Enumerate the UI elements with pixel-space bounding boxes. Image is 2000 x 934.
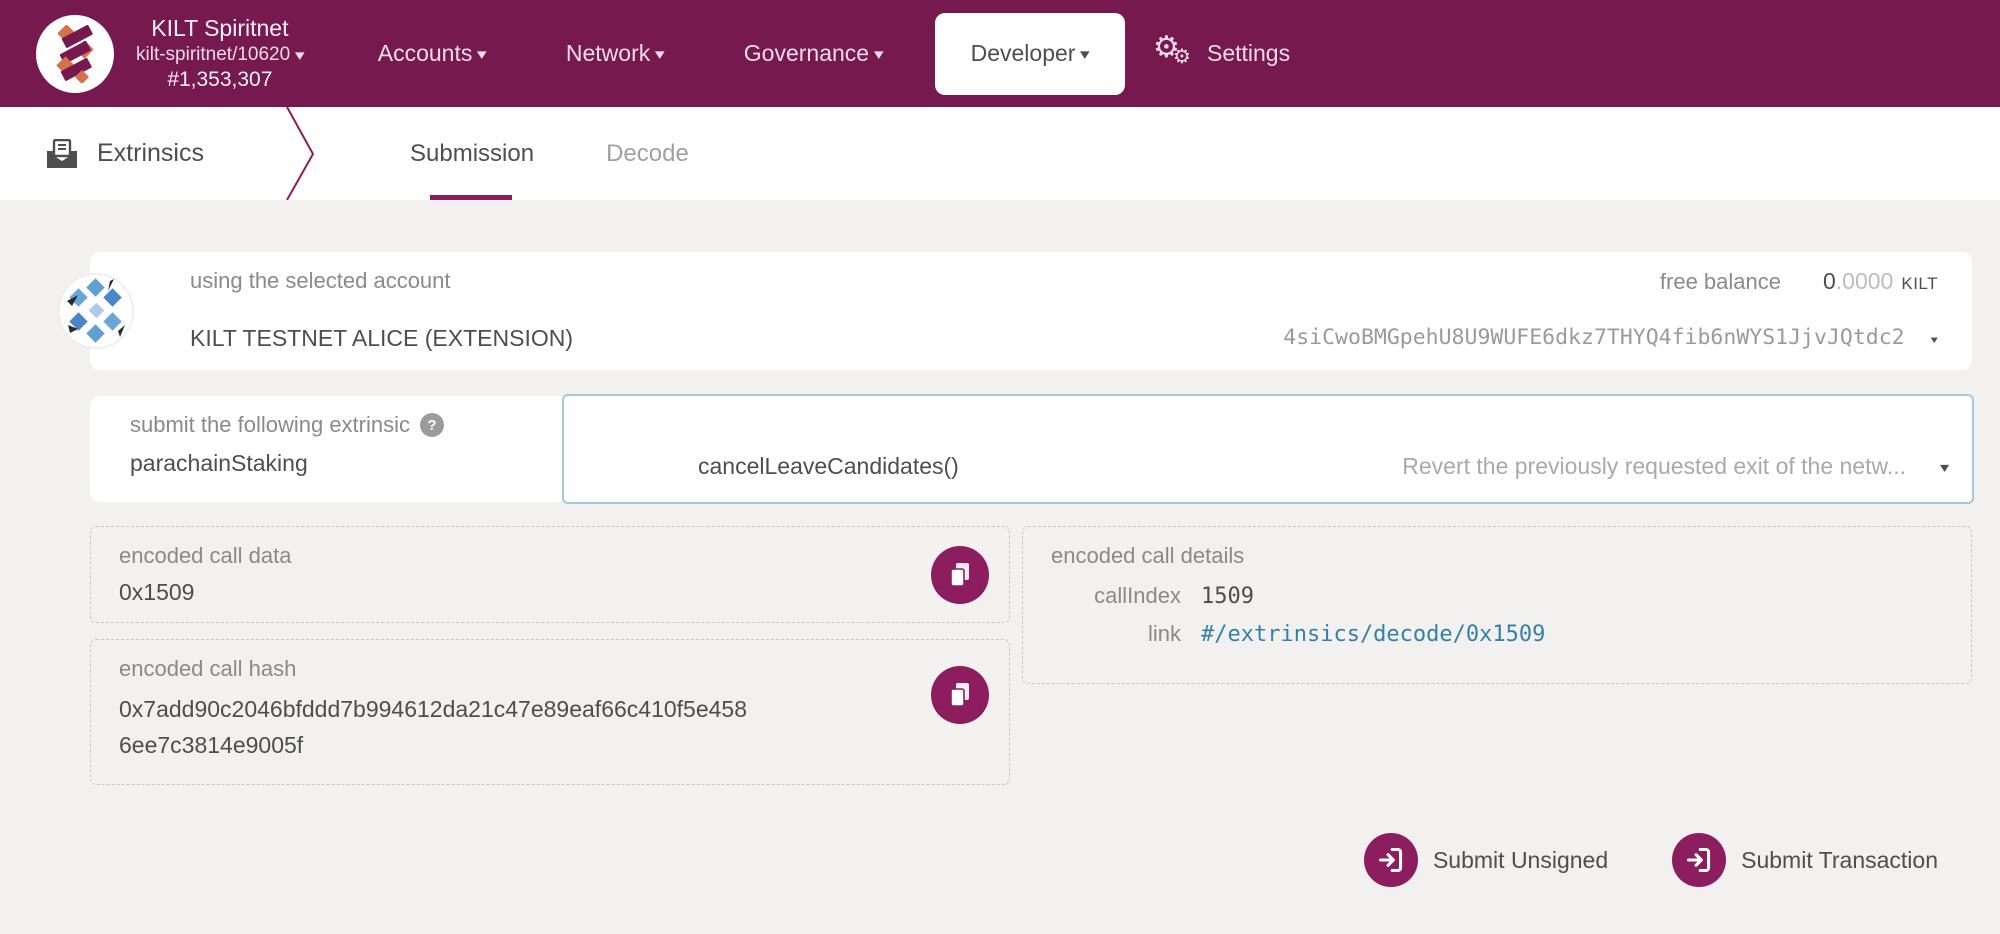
encoded-right-column: encoded call details callIndex 1509 link…: [1022, 526, 1972, 684]
chain-best-block: #1,353,307: [136, 67, 304, 93]
sign-in-icon: [1364, 833, 1418, 887]
method-description: Revert the previously requested exit of …: [1402, 453, 1906, 480]
actions-row: Submit Unsigned Submit Transaction: [0, 833, 1938, 887]
copy-call-data-button[interactable]: [931, 546, 989, 604]
settings-button[interactable]: ⚙ ⚙ Settings: [1153, 34, 1290, 74]
free-balance-label: free balance: [1660, 269, 1781, 295]
chevron-down-icon: ▾: [1940, 459, 1949, 476]
chevron-down-icon: ▾: [1080, 45, 1090, 63]
section-label: Extrinsics: [97, 139, 204, 168]
mail-icon: [45, 139, 79, 169]
balance-unit: KILT: [1901, 274, 1938, 294]
tab-bar: Extrinsics Submission Decode: [0, 107, 2000, 200]
encoded-call-hash-box: encoded call hash 0x7add90c2046bfddd7b99…: [90, 639, 1010, 785]
pallet-select[interactable]: submit the following extrinsic ? paracha…: [130, 412, 444, 477]
chain-name: KILT Spiritnet: [136, 14, 304, 43]
call-data-label: encoded call data: [119, 543, 981, 569]
call-index-label: callIndex: [1051, 583, 1201, 609]
nav-item-developer[interactable]: Developer▾: [935, 13, 1125, 95]
sign-in-icon: [1672, 833, 1726, 887]
link-label: link: [1051, 621, 1201, 647]
chevron-down-icon: ▾: [655, 45, 665, 63]
encoded-call-details-box: encoded call details callIndex 1509 link…: [1022, 526, 1972, 684]
submit-transaction-button[interactable]: Submit Transaction: [1672, 833, 1938, 887]
account-name: KILT TESTNET ALICE (EXTENSION): [190, 325, 1283, 370]
method-select[interactable]: cancelLeaveCandidates() Revert the previ…: [562, 394, 1974, 504]
encoded-left-column: encoded call data 0x1509 encoded call ha…: [90, 526, 1010, 785]
account-identicon: [58, 273, 134, 349]
chevron-down-icon: ▾: [874, 45, 884, 63]
account-selector-card[interactable]: using the selected account free balance …: [90, 252, 1972, 370]
chevron-down-icon: ▾: [477, 45, 487, 63]
nav-item-accounts[interactable]: Accounts▾: [338, 0, 526, 107]
extrinsic-label: submit the following extrinsic ?: [130, 412, 444, 438]
breadcrumb-separator: [283, 107, 323, 200]
copy-icon: [947, 681, 973, 709]
chain-version: kilt-spiritnet/10620▾: [136, 43, 304, 67]
page-content: using the selected account free balance …: [0, 200, 2000, 887]
settings-label: Settings: [1207, 40, 1290, 67]
section-title: Extrinsics: [0, 107, 300, 200]
app-header: KILT Spiritnet kilt-spiritnet/10620▾ #1,…: [0, 0, 2000, 107]
chain-selector[interactable]: KILT Spiritnet kilt-spiritnet/10620▾ #1,…: [136, 14, 304, 93]
chevron-down-icon: ▾: [1928, 332, 1939, 348]
decode-link[interactable]: #/extrinsics/decode/0x1509: [1201, 622, 1943, 647]
submit-transaction-label: Submit Transaction: [1741, 847, 1938, 874]
copy-icon: [947, 561, 973, 589]
account-label: using the selected account: [190, 268, 1283, 313]
submit-unsigned-label: Submit Unsigned: [1433, 847, 1608, 874]
gears-icon: ⚙ ⚙: [1153, 34, 1197, 74]
call-index-value: 1509: [1201, 584, 1943, 609]
call-data-value: 0x1509: [119, 579, 981, 606]
pallet-value: parachainStaking: [130, 450, 444, 477]
free-balance: free balance 0 .0000 KILT: [1283, 268, 1938, 313]
balance-fraction: .0000: [1836, 268, 1894, 295]
call-details-label: encoded call details: [1051, 543, 1943, 569]
extrinsic-card: submit the following extrinsic ? paracha…: [90, 396, 1972, 502]
encoded-row: encoded call data 0x1509 encoded call ha…: [90, 526, 1972, 785]
chevron-down-icon: ▾: [295, 47, 305, 66]
method-value: cancelLeaveCandidates(): [698, 453, 959, 480]
account-address-dropdown[interactable]: 4siCwoBMGpehU8U9WUFE6dkz7THYQ4fib6nWYS1J…: [1283, 325, 1938, 370]
tabs: Submission Decode: [410, 107, 761, 200]
main-nav: Accounts▾ Network▾ Governance▾ Developer…: [338, 0, 1137, 107]
help-icon[interactable]: ?: [420, 413, 444, 437]
submit-unsigned-button[interactable]: Submit Unsigned: [1364, 833, 1608, 887]
nav-item-governance[interactable]: Governance▾: [704, 0, 923, 107]
encoded-call-data-box: encoded call data 0x1509: [90, 526, 1010, 623]
balance-integer: 0: [1823, 268, 1836, 295]
copy-call-hash-button[interactable]: [931, 666, 989, 724]
tab-decode[interactable]: Decode: [606, 107, 689, 200]
nav-item-network[interactable]: Network▾: [526, 0, 704, 107]
account-address: 4siCwoBMGpehU8U9WUFE6dkz7THYQ4fib6nWYS1J…: [1283, 325, 1904, 350]
tab-submission[interactable]: Submission: [410, 107, 534, 200]
kilt-logo-icon: [52, 25, 98, 83]
kilt-logo[interactable]: [36, 15, 114, 93]
call-hash-label: encoded call hash: [119, 656, 981, 682]
call-hash-value: 0x7add90c2046bfddd7b994612da21c47e89eaf6…: [119, 692, 759, 763]
